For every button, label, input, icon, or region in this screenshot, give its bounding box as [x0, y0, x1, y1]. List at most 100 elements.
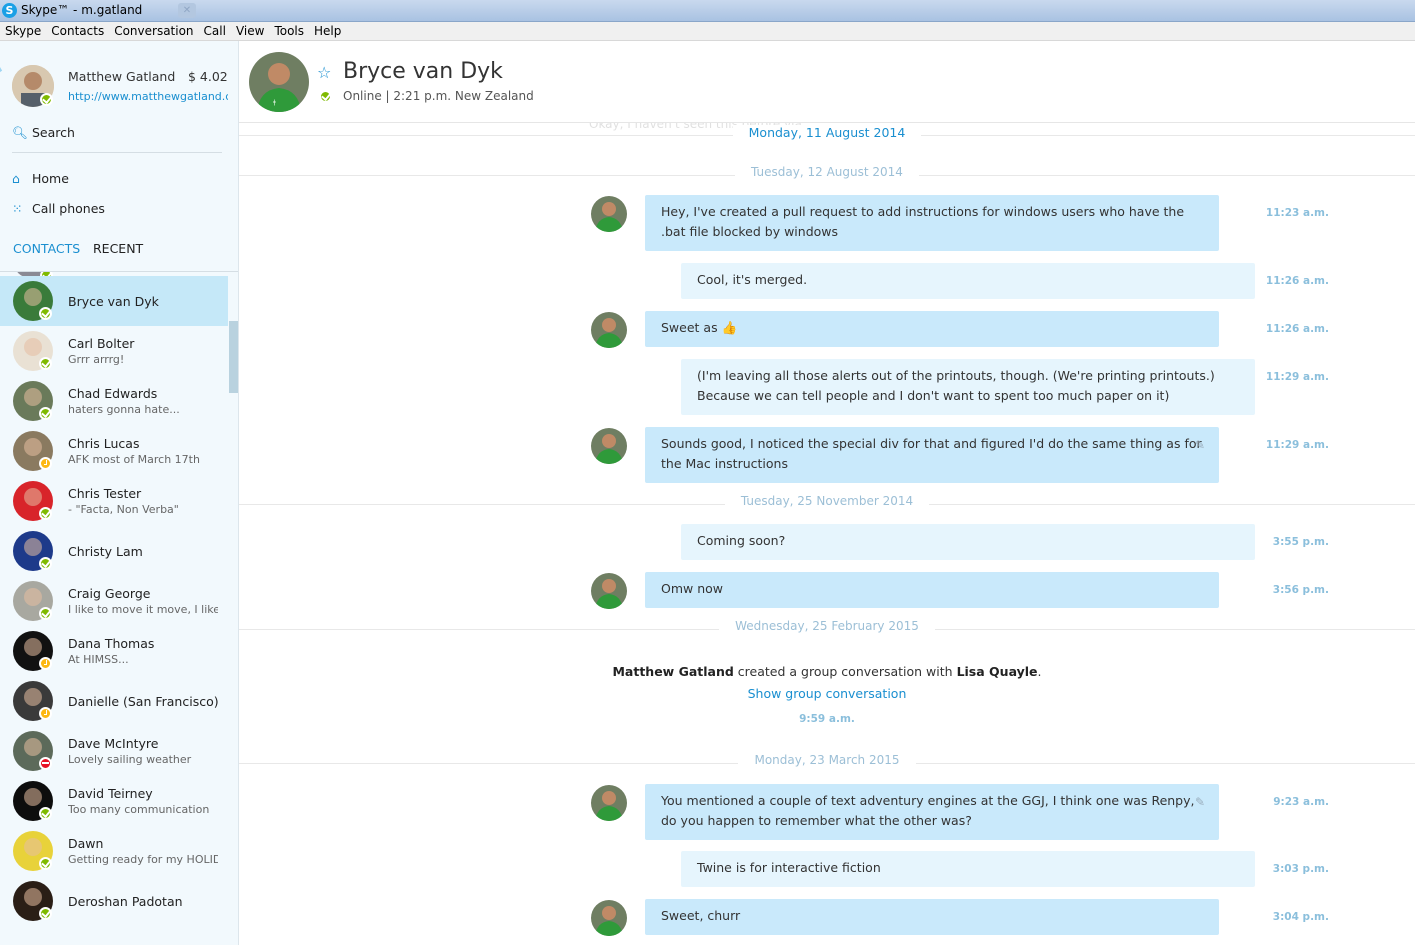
- tab-close-icon[interactable]: ✕: [178, 3, 196, 18]
- message-time: 11:29 a.m.: [1265, 439, 1329, 451]
- menu-help[interactable]: Help: [309, 22, 346, 38]
- search-icon: 🔍︎: [12, 125, 28, 140]
- online-status-icon: [39, 507, 52, 520]
- contact-name: Carl Bolter: [68, 336, 135, 351]
- sender-avatar[interactable]: [591, 573, 627, 609]
- contact-item[interactable]: Dawn Getting ready for my HOLIDAY: [0, 826, 228, 876]
- scrollbar-thumb[interactable]: [229, 321, 238, 393]
- message-time: 3:04 p.m.: [1272, 911, 1329, 923]
- message-bubble[interactable]: Sweet as 👍: [645, 311, 1219, 347]
- contact-header-avatar[interactable]: ǂ: [249, 52, 309, 112]
- my-name[interactable]: Matthew Gatland: [68, 69, 175, 84]
- away-status-icon: [39, 657, 52, 670]
- avatar-face: [24, 738, 42, 756]
- sender-avatar[interactable]: [591, 785, 627, 821]
- contact-mood: Grrr arrrg!: [68, 353, 125, 366]
- message-text: Hey, I've created a pull request to add …: [661, 204, 1185, 239]
- date-separator: Monday, 11 August 2014: [239, 125, 1415, 145]
- online-status-icon: [39, 557, 52, 570]
- menu-call[interactable]: Call: [199, 22, 231, 38]
- sender-avatar[interactable]: [591, 900, 627, 936]
- menu-conversation[interactable]: Conversation: [109, 22, 198, 38]
- avatar-face: [24, 488, 42, 506]
- home-icon: ⌂: [12, 171, 20, 186]
- contact-mood: Too many communication: [68, 803, 210, 816]
- contact-name: Dana Thomas: [68, 636, 155, 651]
- window-title: Skype™ - m.gatland: [21, 3, 143, 17]
- show-group-conversation-link[interactable]: Show group conversation: [239, 686, 1415, 701]
- message-time: 11:26 a.m.: [1265, 275, 1329, 287]
- event-text: created a group conversation with: [737, 664, 953, 679]
- event-target: Lisa Quayle: [956, 664, 1038, 679]
- contact-list[interactable]: Bryce van Dyk Carl Bolter Grrr arrrg! Chad …: [0, 272, 238, 945]
- thumbs-up-emoticon-icon: 👍: [717, 320, 738, 335]
- avatar-face: [24, 288, 42, 306]
- message-bubble[interactable]: Hey, I've created a pull request to add …: [645, 195, 1219, 251]
- contact-name: Chad Edwards: [68, 386, 158, 401]
- message-bubble[interactable]: Omw now: [645, 572, 1219, 608]
- online-status-icon: [39, 357, 52, 370]
- date-separator: Wednesday, 25 February 2015: [239, 619, 1415, 639]
- event-time: 9:59 a.m.: [799, 713, 855, 725]
- contact-item[interactable]: Deroshan Padotan: [0, 876, 228, 926]
- contact-item[interactable]: Dana Thomas At HIMSS...: [0, 626, 228, 676]
- menu-tools[interactable]: Tools: [269, 22, 309, 38]
- contact-item[interactable]: Dave McIntyre Lovely sailing weather: [0, 726, 228, 776]
- avatar-image: [591, 428, 627, 464]
- dialpad-icon: ⁙: [12, 201, 23, 216]
- avatar-image: [591, 312, 627, 348]
- menu-view[interactable]: View: [231, 22, 269, 38]
- mood-message[interactable]: http://www.matthewgatland.com: [68, 90, 228, 103]
- message-bubble[interactable]: Coming soon?: [681, 524, 1255, 560]
- avatar-face: [24, 388, 42, 406]
- message-time: 3:03 p.m.: [1272, 863, 1329, 875]
- contact-name: Bryce van Dyk: [68, 294, 159, 309]
- contact-item[interactable]: Chris Lucas AFK most of March 17th: [0, 426, 228, 476]
- menu-skype[interactable]: Skype: [0, 22, 46, 38]
- contact-item[interactable]: Chris Tester - "Facta, Non Verba": [0, 476, 228, 526]
- away-status-icon: [39, 457, 52, 470]
- skype-credit[interactable]: $ 4.02: [188, 69, 228, 84]
- contact-item[interactable]: David Teirney Too many communication: [0, 776, 228, 826]
- message-text: Sweet, churr: [661, 908, 741, 923]
- date-separator: Monday, 23 March 2015: [239, 753, 1415, 773]
- message-bubble[interactable]: Sweet, churr: [645, 899, 1219, 935]
- do-not-disturb-icon: [39, 757, 52, 770]
- tab-contacts[interactable]: CONTACTS: [13, 241, 80, 256]
- contact-name: Chris Lucas: [68, 436, 140, 451]
- message-bubble[interactable]: You mentioned a couple of text adventury…: [645, 784, 1219, 840]
- message-bubble[interactable]: Twine is for interactive fiction: [681, 851, 1255, 887]
- message-time: 9:23 a.m.: [1273, 796, 1329, 808]
- tab-recent[interactable]: RECENT: [93, 241, 143, 256]
- sender-avatar[interactable]: [591, 196, 627, 232]
- message-bubble[interactable]: (I'm leaving all those alerts out of the…: [681, 359, 1255, 415]
- contact-item[interactable]: Christy Lam: [0, 526, 228, 576]
- sender-avatar[interactable]: [591, 428, 627, 464]
- contact-item[interactable]: Bryce van Dyk: [0, 276, 228, 326]
- edited-pencil-icon: ✎: [1194, 795, 1205, 809]
- online-status-icon: [39, 807, 52, 820]
- home-link[interactable]: ⌂ Home: [12, 171, 69, 186]
- contact-name: Craig George: [68, 586, 151, 601]
- contact-name: Bryce van Dyk: [343, 59, 503, 84]
- divider: [12, 152, 222, 153]
- search-button[interactable]: 🔍︎ Search: [12, 125, 75, 141]
- message-bubble[interactable]: Sounds good, I noticed the special div f…: [645, 427, 1219, 483]
- sender-avatar[interactable]: [591, 312, 627, 348]
- my-presence-icon[interactable]: [40, 93, 53, 106]
- date-separator: Tuesday, 12 August 2014: [239, 165, 1415, 185]
- contact-item[interactable]: Chad Edwards haters gonna hate...: [0, 376, 228, 426]
- away-status-icon: [39, 707, 52, 720]
- favorite-star-icon[interactable]: ☆: [317, 63, 331, 82]
- avatar-face: [24, 438, 42, 456]
- conversation-history[interactable]: Okay, I haven't seen this before via... …: [239, 123, 1415, 945]
- message-text: Sweet as: [661, 320, 718, 335]
- contact-item[interactable]: Craig George I like to move it move, I li…: [0, 576, 228, 626]
- message-bubble[interactable]: Cool, it's merged.: [681, 263, 1255, 299]
- menu-contacts[interactable]: Contacts: [46, 22, 109, 38]
- online-status-icon: [319, 90, 332, 103]
- call-phones-link[interactable]: ⁙ Call phones: [12, 201, 105, 216]
- contact-item[interactable]: Carl Bolter Grrr arrrg!: [0, 326, 228, 376]
- avatar-face: [24, 788, 42, 806]
- contact-item[interactable]: Danielle (San Francisco): [0, 676, 228, 726]
